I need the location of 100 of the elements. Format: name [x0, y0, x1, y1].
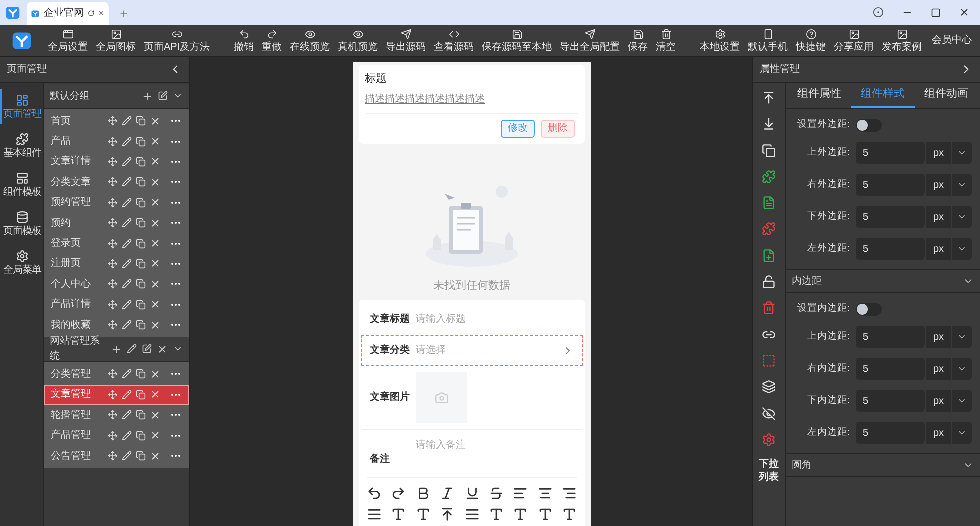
- toolbar-button[interactable]: 页面API及方法: [140, 24, 214, 56]
- page-row[interactable]: 预约管理: [44, 192, 189, 213]
- number-input[interactable]: 5: [856, 206, 926, 228]
- copy-icon[interactable]: [136, 451, 146, 462]
- move-icon[interactable]: [108, 279, 118, 290]
- hidden-icon[interactable]: [762, 406, 776, 421]
- add-icon[interactable]: [142, 90, 153, 102]
- toolbar-button[interactable]: 清空: [652, 24, 680, 56]
- delete-icon[interactable]: [150, 389, 161, 400]
- delete-icon[interactable]: [150, 136, 161, 148]
- delete-icon[interactable]: [150, 258, 161, 270]
- property-tab[interactable]: 组件属性: [788, 83, 852, 108]
- move-icon[interactable]: [108, 410, 118, 420]
- page-row[interactable]: 文章详情: [44, 152, 189, 172]
- edit-icon[interactable]: [122, 279, 132, 290]
- property-tab[interactable]: 组件样式: [851, 83, 915, 108]
- edit-icon[interactable]: [127, 344, 137, 354]
- number-input[interactable]: 5: [856, 238, 926, 260]
- page-row[interactable]: 预约: [44, 212, 189, 234]
- copy-icon[interactable]: [136, 320, 146, 330]
- toolbar-button[interactable]: 导出源码: [382, 24, 430, 56]
- align-justify-icon[interactable]: [367, 507, 382, 522]
- number-input[interactable]: 5: [856, 422, 926, 444]
- maximize-icon[interactable]: [931, 8, 941, 18]
- delete-icon[interactable]: [150, 176, 161, 188]
- edit-icon[interactable]: [122, 390, 132, 400]
- group-header[interactable]: 默认分组: [44, 84, 189, 109]
- page-row[interactable]: 产品: [44, 131, 189, 152]
- member-center-link[interactable]: 会员中心: [926, 33, 978, 48]
- delete-icon[interactable]: [150, 410, 161, 421]
- text-icon[interactable]: [416, 507, 431, 522]
- rail-tab[interactable]: 基本组件: [0, 128, 43, 163]
- copy-icon[interactable]: [136, 430, 146, 441]
- toolbar-button[interactable]: 默认手机: [744, 24, 792, 56]
- delete-icon[interactable]: [150, 278, 161, 290]
- italic-icon[interactable]: [440, 486, 456, 501]
- settings-icon[interactable]: [873, 7, 884, 18]
- close-icon[interactable]: [98, 9, 105, 18]
- unit-select[interactable]: px: [925, 206, 972, 228]
- delete-icon[interactable]: [150, 218, 161, 229]
- strikethrough-icon[interactable]: [488, 486, 504, 501]
- delete-icon[interactable]: [150, 116, 161, 127]
- copy-icon[interactable]: [136, 218, 146, 228]
- toolbar-button[interactable]: 快捷键: [792, 24, 830, 56]
- number-input[interactable]: 5: [856, 326, 926, 348]
- rail-tab[interactable]: 组件模板: [0, 167, 43, 202]
- toolbar-button[interactable]: 查看源码: [430, 24, 478, 56]
- file-plus-icon[interactable]: [762, 248, 776, 263]
- move-icon[interactable]: [108, 238, 118, 249]
- copy-icon[interactable]: [136, 136, 146, 147]
- layers-icon[interactable]: [762, 380, 776, 394]
- rail-tab[interactable]: 全局菜单: [0, 245, 43, 280]
- copy-icon[interactable]: [136, 177, 146, 188]
- delete-icon[interactable]: [150, 238, 161, 250]
- trash-icon[interactable]: [762, 301, 776, 316]
- move-icon[interactable]: [108, 300, 118, 310]
- copy-icon[interactable]: [136, 198, 146, 208]
- copy-icon[interactable]: [136, 279, 146, 290]
- redo-icon[interactable]: [391, 486, 406, 501]
- indent-icon[interactable]: [440, 507, 456, 522]
- move-icon[interactable]: [108, 116, 118, 126]
- edit-icon[interactable]: [122, 116, 132, 126]
- delete-icon[interactable]: [150, 156, 161, 168]
- edit-icon[interactable]: [122, 369, 132, 380]
- move-icon[interactable]: [108, 136, 118, 147]
- puzzle-icon[interactable]: [762, 170, 776, 184]
- edit-icon[interactable]: [122, 300, 132, 310]
- move-icon[interactable]: [108, 320, 118, 330]
- move-icon[interactable]: [108, 390, 118, 400]
- property-tab[interactable]: 组件动画: [914, 83, 978, 108]
- align-left-icon[interactable]: [513, 486, 528, 501]
- toolbar-button[interactable]: 本地设置: [696, 24, 744, 56]
- toolbar-button[interactable]: 保存源码至本地: [478, 24, 556, 56]
- page-row[interactable]: 分类管理: [44, 364, 189, 385]
- unlock-icon[interactable]: [762, 275, 776, 290]
- page-row[interactable]: 注册页: [44, 254, 189, 274]
- page-row[interactable]: 产品管理: [44, 425, 189, 446]
- toggle-switch[interactable]: [856, 118, 882, 132]
- unit-select[interactable]: px: [925, 422, 972, 444]
- edit-icon[interactable]: [122, 410, 132, 420]
- number-input[interactable]: 5: [856, 174, 926, 196]
- underline-icon[interactable]: [464, 486, 480, 501]
- unit-select[interactable]: px: [925, 174, 972, 196]
- edit-icon[interactable]: [122, 198, 132, 208]
- settings-icon[interactable]: [762, 432, 776, 447]
- copy-icon[interactable]: [136, 238, 146, 249]
- undo-icon[interactable]: [367, 486, 382, 501]
- toolbar-button[interactable]: 撤销: [230, 24, 258, 56]
- unit-select[interactable]: px: [925, 390, 972, 412]
- new-tab-icon[interactable]: [119, 9, 129, 19]
- delete-icon[interactable]: [150, 368, 161, 380]
- delete-icon[interactable]: [150, 430, 161, 442]
- toolbar-button[interactable]: 发布案例: [878, 24, 926, 56]
- add-page-icon[interactable]: [158, 91, 168, 101]
- move-icon[interactable]: [108, 177, 118, 188]
- line-height-icon[interactable]: [464, 507, 480, 522]
- toolbar-button[interactable]: 导出全局配置: [556, 24, 624, 56]
- copy-icon[interactable]: [136, 369, 146, 380]
- delete-icon[interactable]: [150, 450, 161, 462]
- toolbar-button[interactable]: 分享应用: [830, 24, 878, 56]
